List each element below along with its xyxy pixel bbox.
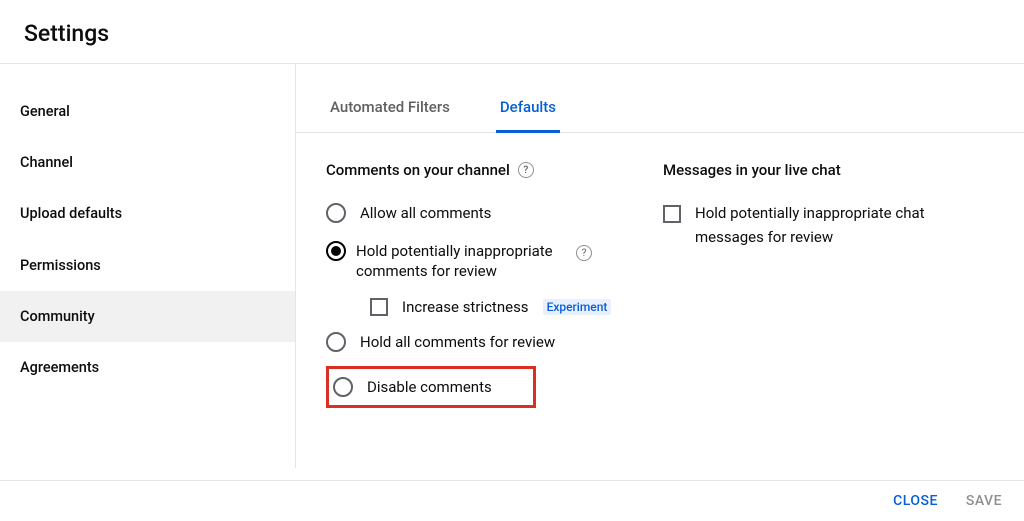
checkbox-hold-chat[interactable]: Hold potentially inappropriate chat mess…: [663, 201, 994, 249]
dialog-footer: CLOSE SAVE: [0, 480, 1024, 521]
help-icon[interactable]: ?: [576, 245, 592, 261]
help-icon[interactable]: ?: [518, 162, 534, 178]
radio-icon: [326, 241, 346, 261]
radio-disable-comments[interactable]: Disable comments: [333, 375, 529, 399]
radio-icon: [333, 377, 353, 397]
sidebar-item-channel[interactable]: Channel: [0, 137, 295, 188]
comments-heading: Comments on your channel: [326, 161, 510, 179]
radio-allow-all[interactable]: Allow all comments: [326, 201, 657, 225]
settings-sidebar: General Channel Upload defaults Permissi…: [0, 64, 296, 468]
tab-defaults[interactable]: Defaults: [496, 90, 560, 132]
sidebar-item-upload-defaults[interactable]: Upload defaults: [0, 188, 295, 239]
settings-content: Automated Filters Defaults Comments on y…: [296, 64, 1024, 468]
close-button[interactable]: CLOSE: [893, 493, 938, 509]
comments-section: Comments on your channel ? Allow all com…: [326, 161, 657, 408]
save-button[interactable]: SAVE: [966, 493, 1002, 509]
checkbox-increase-strictness[interactable]: Increase strictness Experiment: [370, 298, 657, 316]
sidebar-item-community[interactable]: Community: [0, 291, 295, 342]
page-title: Settings: [24, 20, 1000, 47]
chat-section: Messages in your live chat Hold potentia…: [663, 161, 994, 408]
checkbox-icon: [663, 205, 681, 223]
radio-hold-inappropriate[interactable]: Hold potentially inappropriate comments …: [326, 239, 657, 284]
sidebar-item-agreements[interactable]: Agreements: [0, 342, 295, 393]
sidebar-item-general[interactable]: General: [0, 86, 295, 137]
tab-automated-filters[interactable]: Automated Filters: [326, 90, 454, 132]
radio-hold-all[interactable]: Hold all comments for review: [326, 330, 657, 354]
experiment-badge: Experiment: [543, 299, 612, 315]
tabs: Automated Filters Defaults: [296, 64, 1024, 133]
radio-icon: [326, 332, 346, 352]
checkbox-icon: [370, 298, 388, 316]
settings-header: Settings: [0, 0, 1024, 64]
chat-heading: Messages in your live chat: [663, 161, 841, 179]
radio-icon: [326, 203, 346, 223]
highlight-disable-comments: Disable comments: [326, 366, 536, 408]
sidebar-item-permissions[interactable]: Permissions: [0, 240, 295, 291]
